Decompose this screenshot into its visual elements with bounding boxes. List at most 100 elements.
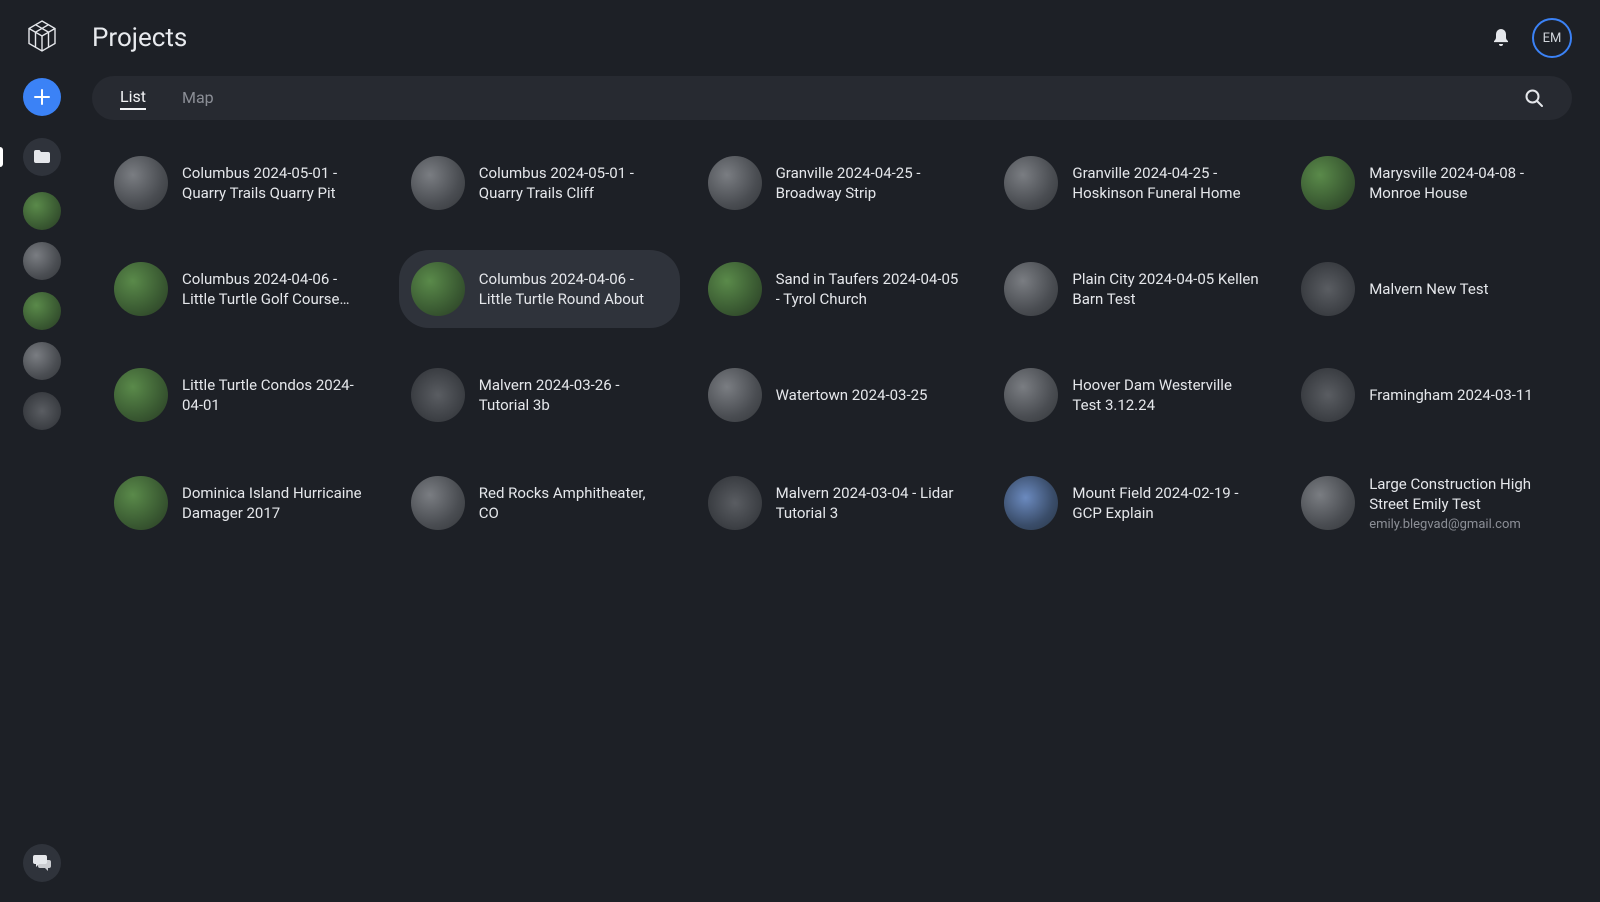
project-card[interactable]: Malvern 2024-03-04 - Lidar Tutorial 3 — [696, 462, 977, 544]
search-button[interactable] — [1524, 88, 1544, 108]
project-title: Columbus 2024-05-01 - Quarry Trails Clif… — [479, 163, 668, 204]
project-thumbnail — [411, 156, 465, 210]
project-thumbnail — [114, 156, 168, 210]
project-title: Mount Field 2024-02-19 - GCP Explain — [1072, 483, 1261, 524]
project-text: Dominica Island Hurricaine Damager 2017 — [182, 483, 371, 524]
project-text: Red Rocks Amphitheater, CO — [479, 483, 668, 524]
project-card[interactable]: Framingham 2024-03-11 — [1289, 356, 1570, 434]
project-card[interactable]: Watertown 2024-03-25 — [696, 356, 977, 434]
project-thumbnail — [708, 262, 762, 316]
project-text: Little Turtle Condos 2024-04-01 — [182, 375, 371, 416]
project-card[interactable]: Granville 2024-04-25 - Hoskinson Funeral… — [992, 144, 1273, 222]
recent-project-thumb[interactable] — [23, 242, 61, 280]
bell-icon — [1492, 28, 1510, 48]
project-title: Red Rocks Amphitheater, CO — [479, 483, 668, 524]
project-thumbnail — [1004, 262, 1058, 316]
project-thumbnail — [1301, 476, 1355, 530]
project-title: Marysville 2024-04-08 - Monroe House — [1369, 163, 1558, 204]
user-avatar[interactable]: EM — [1532, 18, 1572, 58]
project-card[interactable]: Granville 2024-04-25 - Broadway Strip — [696, 144, 977, 222]
project-text: Sand in Taufers 2024-04-05 - Tyrol Churc… — [776, 269, 965, 310]
project-text: Columbus 2024-04-06 - Little Turtle Golf… — [182, 269, 371, 310]
app-logo[interactable] — [24, 18, 60, 54]
project-card[interactable]: Columbus 2024-04-06 - Little Turtle Roun… — [399, 250, 680, 328]
projects-grid: Columbus 2024-05-01 - Quarry Trails Quar… — [92, 144, 1572, 544]
sidebar — [0, 0, 84, 902]
search-icon — [1524, 88, 1544, 108]
recent-projects-list — [23, 192, 61, 430]
project-thumbnail — [1004, 368, 1058, 422]
project-title: Sand in Taufers 2024-04-05 - Tyrol Churc… — [776, 269, 965, 310]
project-card[interactable]: Large Construction High Street Emily Tes… — [1289, 462, 1570, 544]
project-card[interactable]: Columbus 2024-05-01 - Quarry Trails Quar… — [102, 144, 383, 222]
project-card[interactable]: Plain City 2024-04-05 Kellen Barn Test — [992, 250, 1273, 328]
project-title: Large Construction High Street Emily Tes… — [1369, 474, 1558, 515]
project-thumbnail — [114, 262, 168, 316]
project-title: Dominica Island Hurricaine Damager 2017 — [182, 483, 371, 524]
project-text: Marysville 2024-04-08 - Monroe House — [1369, 163, 1558, 204]
project-title: Columbus 2024-04-06 - Little Turtle Roun… — [479, 269, 668, 310]
project-title: Columbus 2024-05-01 - Quarry Trails Quar… — [182, 163, 371, 204]
tab-map[interactable]: Map — [182, 88, 214, 109]
projects-nav[interactable] — [23, 138, 61, 176]
header: Projects EM — [92, 18, 1572, 58]
project-text: Malvern 2024-03-04 - Lidar Tutorial 3 — [776, 483, 965, 524]
project-thumbnail — [708, 476, 762, 530]
project-title: Plain City 2024-04-05 Kellen Barn Test — [1072, 269, 1261, 310]
project-text: Columbus 2024-05-01 - Quarry Trails Clif… — [479, 163, 668, 204]
project-title: Hoover Dam Westerville Test 3.12.24 — [1072, 375, 1261, 416]
project-text: Granville 2024-04-25 - Hoskinson Funeral… — [1072, 163, 1261, 204]
project-text: Hoover Dam Westerville Test 3.12.24 — [1072, 375, 1261, 416]
project-text: Columbus 2024-04-06 - Little Turtle Roun… — [479, 269, 668, 310]
project-title: Malvern 2024-03-04 - Lidar Tutorial 3 — [776, 483, 965, 524]
main-content: Projects EM List Map Columbus 2024-05-01… — [84, 0, 1600, 902]
page-title: Projects — [92, 23, 1492, 53]
project-text: Malvern 2024-03-26 - Tutorial 3b — [479, 375, 668, 416]
project-card[interactable]: Little Turtle Condos 2024-04-01 — [102, 356, 383, 434]
project-thumbnail — [114, 368, 168, 422]
recent-project-thumb[interactable] — [23, 192, 61, 230]
project-thumbnail — [1004, 476, 1058, 530]
project-thumbnail — [411, 262, 465, 316]
project-title: Framingham 2024-03-11 — [1369, 385, 1533, 405]
project-text: Framingham 2024-03-11 — [1369, 385, 1533, 405]
project-card[interactable]: Dominica Island Hurricaine Damager 2017 — [102, 462, 383, 544]
project-title: Malvern 2024-03-26 - Tutorial 3b — [479, 375, 668, 416]
project-title: Little Turtle Condos 2024-04-01 — [182, 375, 371, 416]
project-thumbnail — [708, 368, 762, 422]
project-title: Granville 2024-04-25 - Hoskinson Funeral… — [1072, 163, 1261, 204]
view-tabs: List Map — [92, 76, 1572, 120]
recent-project-thumb[interactable] — [23, 292, 61, 330]
project-text: Plain City 2024-04-05 Kellen Barn Test — [1072, 269, 1261, 310]
project-text: Large Construction High Street Emily Tes… — [1369, 474, 1558, 532]
project-card[interactable]: Red Rocks Amphitheater, CO — [399, 462, 680, 544]
recent-project-thumb[interactable] — [23, 392, 61, 430]
project-card[interactable]: Columbus 2024-05-01 - Quarry Trails Clif… — [399, 144, 680, 222]
project-title: Malvern New Test — [1369, 279, 1488, 299]
chat-button[interactable] — [23, 844, 61, 882]
project-thumbnail — [1301, 156, 1355, 210]
new-project-button[interactable] — [23, 78, 61, 116]
tab-list[interactable]: List — [120, 87, 146, 110]
project-thumbnail — [708, 156, 762, 210]
chat-icon — [32, 854, 52, 872]
project-thumbnail — [1301, 262, 1355, 316]
recent-project-thumb[interactable] — [23, 342, 61, 380]
project-card[interactable]: Malvern New Test — [1289, 250, 1570, 328]
project-card[interactable]: Marysville 2024-04-08 - Monroe House — [1289, 144, 1570, 222]
project-thumbnail — [114, 476, 168, 530]
project-thumbnail — [1301, 368, 1355, 422]
project-card[interactable]: Mount Field 2024-02-19 - GCP Explain — [992, 462, 1273, 544]
project-card[interactable]: Malvern 2024-03-26 - Tutorial 3b — [399, 356, 680, 434]
project-title: Columbus 2024-04-06 - Little Turtle Golf… — [182, 269, 371, 310]
project-text: Watertown 2024-03-25 — [776, 385, 928, 405]
project-text: Mount Field 2024-02-19 - GCP Explain — [1072, 483, 1261, 524]
project-card[interactable]: Sand in Taufers 2024-04-05 - Tyrol Churc… — [696, 250, 977, 328]
notifications-button[interactable] — [1492, 28, 1510, 48]
project-thumbnail — [411, 368, 465, 422]
project-card[interactable]: Columbus 2024-04-06 - Little Turtle Golf… — [102, 250, 383, 328]
project-thumbnail — [1004, 156, 1058, 210]
project-card[interactable]: Hoover Dam Westerville Test 3.12.24 — [992, 356, 1273, 434]
project-subtitle: emily.blegvad@gmail.com — [1369, 517, 1558, 532]
project-text: Malvern New Test — [1369, 279, 1488, 299]
